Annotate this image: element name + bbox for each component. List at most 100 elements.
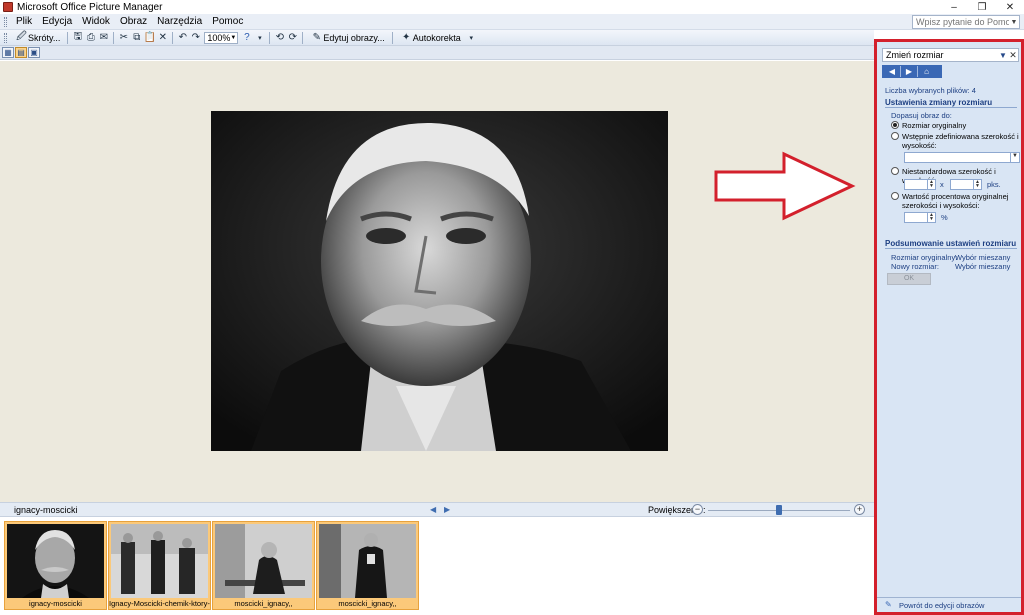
menu-bar: Plik Edycja Widok Obraz Narzędzia Pomoc … [0,14,1024,30]
current-file-name: ignacy-moscicki [14,504,78,515]
summary-heading: Podsumowanie ustawień rozmiaru [885,239,1017,249]
menu-grip-icon[interactable] [4,16,7,27]
back-icon[interactable]: ◀ [884,66,901,77]
email-icon[interactable]: ✉ [97,31,110,44]
thumbnail[interactable]: ignacy-moscicki [4,521,107,610]
toolbar-grip-icon[interactable] [4,32,7,43]
custom-height-stepper[interactable]: ▲ ▼ [950,179,982,190]
single-picture-view-icon[interactable]: ▣ [28,47,40,58]
toolbar-divider [67,31,69,44]
percent-stepper[interactable]: ▲ ▼ [904,212,936,223]
filmstrip-view-icon[interactable]: ▤ [15,47,27,58]
help-search-box: ▼ [912,15,1020,29]
edit-pictures-button[interactable]: ✎ Edytuj obrazy... [306,31,388,45]
restore-button[interactable]: ❐ [968,0,996,14]
print-icon[interactable]: ⎙ [84,31,97,44]
edit-pictures-label: Edytuj obrazy... [323,32,385,43]
radio-original-size[interactable] [891,121,899,129]
filmstrip: ignacy-moscicki Ignacy-Moscicki-chemik-k… [0,517,874,615]
menu-help[interactable]: Pomoc [207,15,248,29]
window-title: Microsoft Office Picture Manager [17,1,163,13]
spin-arrows-icon: ▲ ▼ [927,213,935,222]
toolbar-divider [113,31,115,44]
picture-canvas [0,61,874,502]
toolbar-options-icon[interactable]: ▾ [465,31,478,44]
menu-file[interactable]: Plik [11,15,37,29]
paste-icon[interactable]: 📋 [143,31,156,44]
chevron-down-icon: ▼ [1010,153,1019,162]
option-original-size: Rozmiar oryginalny [902,121,967,130]
forward-icon[interactable]: ▶ [901,66,918,77]
radio-percent-size[interactable] [891,192,899,200]
thumbnail[interactable]: Ignacy-Moscicki-chemik-ktory-zo... [108,521,211,610]
radio-custom-size[interactable] [891,167,899,175]
selected-files-count: Liczba wybranych plików: 4 [885,86,976,95]
thumbnail[interactable]: moscicki_ignacy,, [316,521,419,610]
help-icon[interactable]: ? [240,31,253,44]
delete-icon[interactable]: ✕ [156,31,169,44]
toolbar-divider [269,31,271,44]
back-to-edit-link[interactable]: Powrót do edycji obrazów [899,601,984,610]
edit-pictures-icon: ✎ [885,600,892,609]
rotate-right-icon[interactable]: ⟳ [286,31,299,44]
autocorrect-icon: ✦ [402,32,411,43]
task-pane-nav: ◀ ▶ ⌂ [882,65,942,78]
zoom-out-icon[interactable]: − [692,504,703,515]
chevron-down-icon[interactable]: ▼ [998,51,1008,60]
toolbar-divider [172,31,174,44]
thumbnail-label: Ignacy-Moscicki-chemik-ktory-zo... [109,599,210,608]
previous-picture-icon[interactable]: ◀ [430,505,436,514]
thumbnail[interactable]: moscicki_ignacy,, [212,521,315,610]
shortcuts-icon: 🖉 [16,31,27,42]
shortcuts-label: Skróty... [28,32,61,43]
new-size-value: Wybór mieszany [955,262,1011,271]
original-size-value: Wybór mieszany [955,253,1011,262]
thumbnail-view-icon[interactable]: ▦ [2,47,14,58]
spin-arrows-icon: ▲ ▼ [927,180,935,189]
cut-icon[interactable]: ✂ [117,31,130,44]
spin-arrows-icon: ▲ ▼ [973,180,981,189]
undo-icon[interactable]: ↶ [176,31,189,44]
toolbar-divider [391,31,393,44]
close-icon[interactable]: ✕ [1008,50,1018,61]
pixels-unit: pks. [987,180,1001,189]
app-icon [3,2,13,12]
window-controls: – ❐ ✕ [940,0,1024,14]
next-picture-icon[interactable]: ▶ [444,505,450,514]
menu-view[interactable]: Widok [77,15,115,29]
redo-icon[interactable]: ↷ [189,31,202,44]
annotation-arrow-icon [714,151,856,221]
radio-predefined-size[interactable] [891,132,899,140]
zoom-slider-thumb[interactable] [776,505,782,515]
copy-icon[interactable]: ⧉ [130,31,143,44]
title-bar: Microsoft Office Picture Manager – ❐ ✕ [0,0,1024,14]
help-search-input[interactable] [913,16,1009,28]
chevron-down-icon[interactable]: ▼ [1009,19,1019,26]
fit-label: Dopasuj obraz do: [891,111,952,120]
main-picture [211,111,668,451]
home-icon[interactable]: ⌂ [918,66,935,77]
zoom-in-icon[interactable]: + [854,504,865,515]
percent-unit: % [941,213,948,222]
autocorrect-button[interactable]: ✦ Autokorekta [396,31,465,45]
shortcuts-button[interactable]: 🖉 Skróty... [11,31,64,45]
settings-heading: Ustawienia zmiany rozmiaru [885,98,1017,108]
minimize-button[interactable]: – [940,0,968,14]
custom-width-stepper[interactable]: ▲ ▼ [904,179,936,190]
menu-picture[interactable]: Obraz [115,15,152,29]
rotate-left-icon[interactable]: ⟲ [273,31,286,44]
save-icon[interactable]: 🖫 [71,31,84,44]
ok-button[interactable]: OK [887,273,931,285]
thumbnail-image [215,524,312,598]
close-button[interactable]: ✕ [996,0,1024,14]
thumbnail-label: ignacy-moscicki [29,599,82,608]
thumbnail-image [111,524,208,598]
menu-tools[interactable]: Narzędzia [152,15,207,29]
toolbar-divider [302,31,304,44]
predefined-size-select[interactable]: ▼ [904,152,1020,163]
zoom-select[interactable]: 100% ▼ [204,31,239,44]
status-bar: ignacy-moscicki ◀ ▶ Powiększenie: − + [0,502,874,517]
menu-edit[interactable]: Edycja [37,15,77,29]
view-mode-bar: ▦ ▤ ▣ [0,46,874,60]
toolbar-options-icon[interactable]: ▾ [253,31,266,44]
